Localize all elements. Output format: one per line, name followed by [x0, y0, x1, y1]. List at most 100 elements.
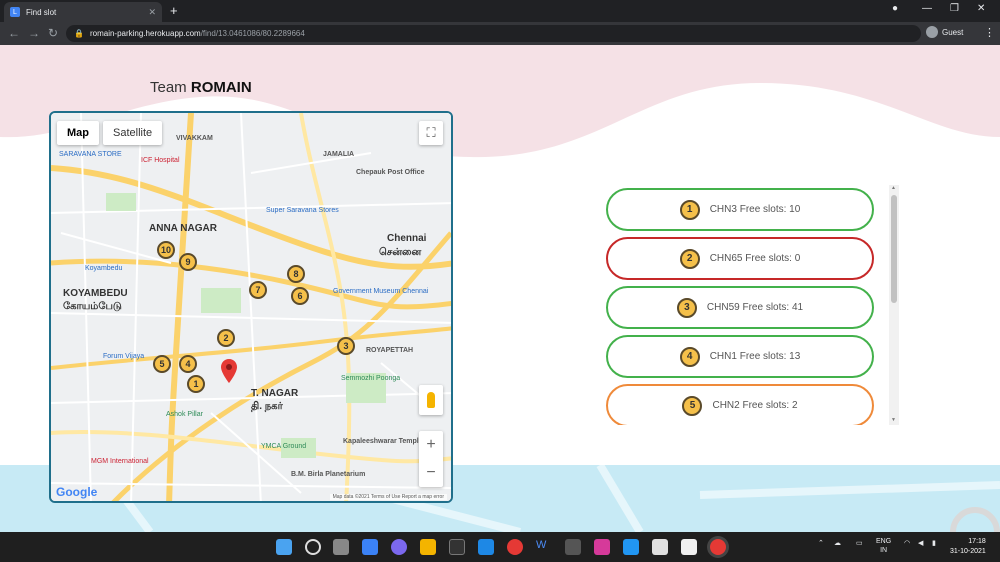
- search-icon[interactable]: [305, 539, 321, 555]
- minimize-icon[interactable]: —: [922, 3, 932, 14]
- window-close-icon[interactable]: ✕: [977, 3, 985, 14]
- new-tab-button[interactable]: +: [170, 3, 178, 18]
- teams-chat-icon[interactable]: [391, 539, 407, 555]
- slot-item[interactable]: 1 CHN3 Free slots: 10: [606, 188, 874, 231]
- slot-item[interactable]: 3 CHN59 Free slots: 41: [606, 286, 874, 329]
- avatar-icon: [926, 26, 938, 38]
- notes-icon[interactable]: [681, 539, 697, 555]
- slot-number-badge: 5: [682, 395, 703, 416]
- slot-item[interactable]: 5 CHN2 Free slots: 2: [606, 384, 874, 425]
- profile-button[interactable]: Guest: [926, 26, 963, 38]
- zoom-control: + −: [419, 431, 443, 487]
- slot-number-badge: 4: [679, 346, 700, 367]
- parking-marker[interactable]: 6: [291, 287, 309, 305]
- map-place-label: ROYAPETTAH: [366, 347, 414, 354]
- browser-tab[interactable]: L Find slot ✕: [4, 2, 162, 22]
- widgets-icon[interactable]: [362, 539, 378, 555]
- jetbrains-icon[interactable]: [594, 539, 610, 555]
- browser-tabbar: L Find slot ✕ + ● — ❐ ✕: [0, 0, 1000, 22]
- map-view-button[interactable]: Map: [57, 121, 99, 145]
- browser-menu-icon[interactable]: ⋮: [984, 26, 995, 39]
- browser-toolbar: ← → ↻ 🔒 romain-parking.herokuapp.com /fi…: [0, 22, 1000, 45]
- battery-tray-icon[interactable]: ▭: [856, 539, 863, 547]
- fullscreen-icon[interactable]: ⛶: [419, 121, 443, 145]
- chrome-active-icon[interactable]: [710, 539, 726, 555]
- file-explorer-icon[interactable]: [420, 539, 436, 555]
- mail-icon[interactable]: [652, 539, 668, 555]
- map-place-label: சென்னை: [379, 247, 422, 258]
- zoom-out-button[interactable]: −: [419, 459, 443, 487]
- map-place-label: B.M. Birla Planetarium: [291, 471, 366, 478]
- parking-marker[interactable]: 8: [287, 265, 305, 283]
- terminal-icon[interactable]: [449, 539, 465, 555]
- slot-number-badge: 2: [679, 248, 700, 269]
- favicon-icon: L: [10, 7, 20, 17]
- system-clock[interactable]: 17:18 31-10-2021: [950, 537, 986, 557]
- map-place-label: கோயம்பேடு: [63, 301, 122, 312]
- parking-marker[interactable]: 9: [179, 253, 197, 271]
- map-place-label: Government Museum Chennai: [333, 288, 429, 295]
- parking-marker[interactable]: 7: [249, 281, 267, 299]
- forward-icon[interactable]: →: [28, 26, 40, 40]
- map-place-label: ICF Hospital: [141, 157, 180, 164]
- map-place-label: KOYAMBEDU: [63, 288, 128, 299]
- parking-marker[interactable]: 4: [179, 355, 197, 373]
- slot-item[interactable]: 2 CHN65 Free slots: 0: [606, 237, 874, 280]
- satellite-view-button[interactable]: Satellite: [103, 121, 163, 145]
- profile-label: Guest: [942, 27, 964, 37]
- reload-icon[interactable]: ↻: [48, 26, 58, 40]
- map-place-label: Kapaleeshwarar Temple: [343, 438, 423, 445]
- scroll-thumb[interactable]: [891, 195, 897, 303]
- vscode-icon[interactable]: [478, 539, 494, 555]
- map-attribution[interactable]: Map data ©2021 Terms of Use Report a map…: [329, 494, 447, 500]
- maximize-icon[interactable]: ❐: [950, 3, 959, 14]
- map-place-label: Super Saravana Stores: [266, 207, 339, 214]
- parking-marker[interactable]: 5: [153, 355, 171, 373]
- current-location-pin-icon: [221, 359, 237, 383]
- parking-marker[interactable]: 1: [187, 375, 205, 393]
- parking-marker[interactable]: 3: [337, 337, 355, 355]
- parking-marker[interactable]: 2: [217, 329, 235, 347]
- battery-icon[interactable]: ▮: [932, 539, 936, 547]
- map-place-label: Koyambedu: [85, 265, 123, 272]
- map-place-label: SARAVANA STORE: [59, 151, 122, 158]
- zoom-in-button[interactable]: +: [419, 431, 443, 459]
- slot-number-badge: 3: [676, 297, 697, 318]
- map-place-label: Semmozhi Poonga: [341, 375, 401, 382]
- street-view-pegman-icon[interactable]: [419, 385, 443, 415]
- map-view[interactable]: Map Satellite ⛶ VIVAKKAM SARAVANA STORE …: [49, 111, 453, 503]
- task-view-icon[interactable]: [333, 539, 349, 555]
- slot-label: CHN65 Free slots: 0: [709, 253, 801, 264]
- slot-list-scrollbar[interactable]: ▲ ▼: [889, 185, 899, 425]
- start-icon[interactable]: [276, 539, 292, 555]
- scroll-down-icon[interactable]: ▼: [891, 417, 896, 423]
- parking-marker[interactable]: 10: [157, 241, 175, 259]
- volume-icon[interactable]: ◀: [918, 539, 923, 547]
- word-icon[interactable]: W: [536, 539, 552, 555]
- store-icon[interactable]: [623, 539, 639, 555]
- tab-close-icon[interactable]: ✕: [148, 7, 156, 18]
- app-icon[interactable]: [565, 539, 581, 555]
- language-line1: ENG: [876, 538, 892, 545]
- chrome-icon[interactable]: [507, 539, 523, 555]
- tab-title: Find slot: [26, 7, 57, 17]
- cloud-icon[interactable]: ☁: [834, 539, 841, 547]
- windows-taskbar: W ⌃ ☁ ▭ ENG IN ◠ ◀ ▮ 17:18 31-10-2021: [0, 532, 1000, 562]
- tab-search-icon[interactable]: ●: [892, 3, 898, 14]
- map-place-label: JAMALIA: [323, 151, 355, 158]
- team-prefix: Team: [150, 79, 191, 96]
- address-bar[interactable]: 🔒 romain-parking.herokuapp.com /find/13.…: [66, 25, 921, 42]
- slot-label: CHN3 Free slots: 10: [709, 204, 801, 215]
- map-place-label: YMCA Ground: [261, 443, 307, 450]
- team-heading: Team ROMAIN: [150, 79, 252, 96]
- language-indicator[interactable]: ENG IN: [876, 537, 891, 555]
- map-place-label: Forum Vijaya: [103, 353, 145, 360]
- back-icon[interactable]: ←: [8, 26, 20, 40]
- map-place-label: Chepauk Post Office: [356, 169, 425, 176]
- slot-label: CHN1 Free slots: 13: [709, 351, 801, 362]
- tray-overflow-icon[interactable]: ⌃: [818, 539, 824, 547]
- scroll-up-icon[interactable]: ▲: [891, 185, 896, 191]
- clock-time: 17:18: [968, 538, 986, 545]
- wifi-icon[interactable]: ◠: [904, 539, 910, 547]
- slot-item[interactable]: 4 CHN1 Free slots: 13: [606, 335, 874, 378]
